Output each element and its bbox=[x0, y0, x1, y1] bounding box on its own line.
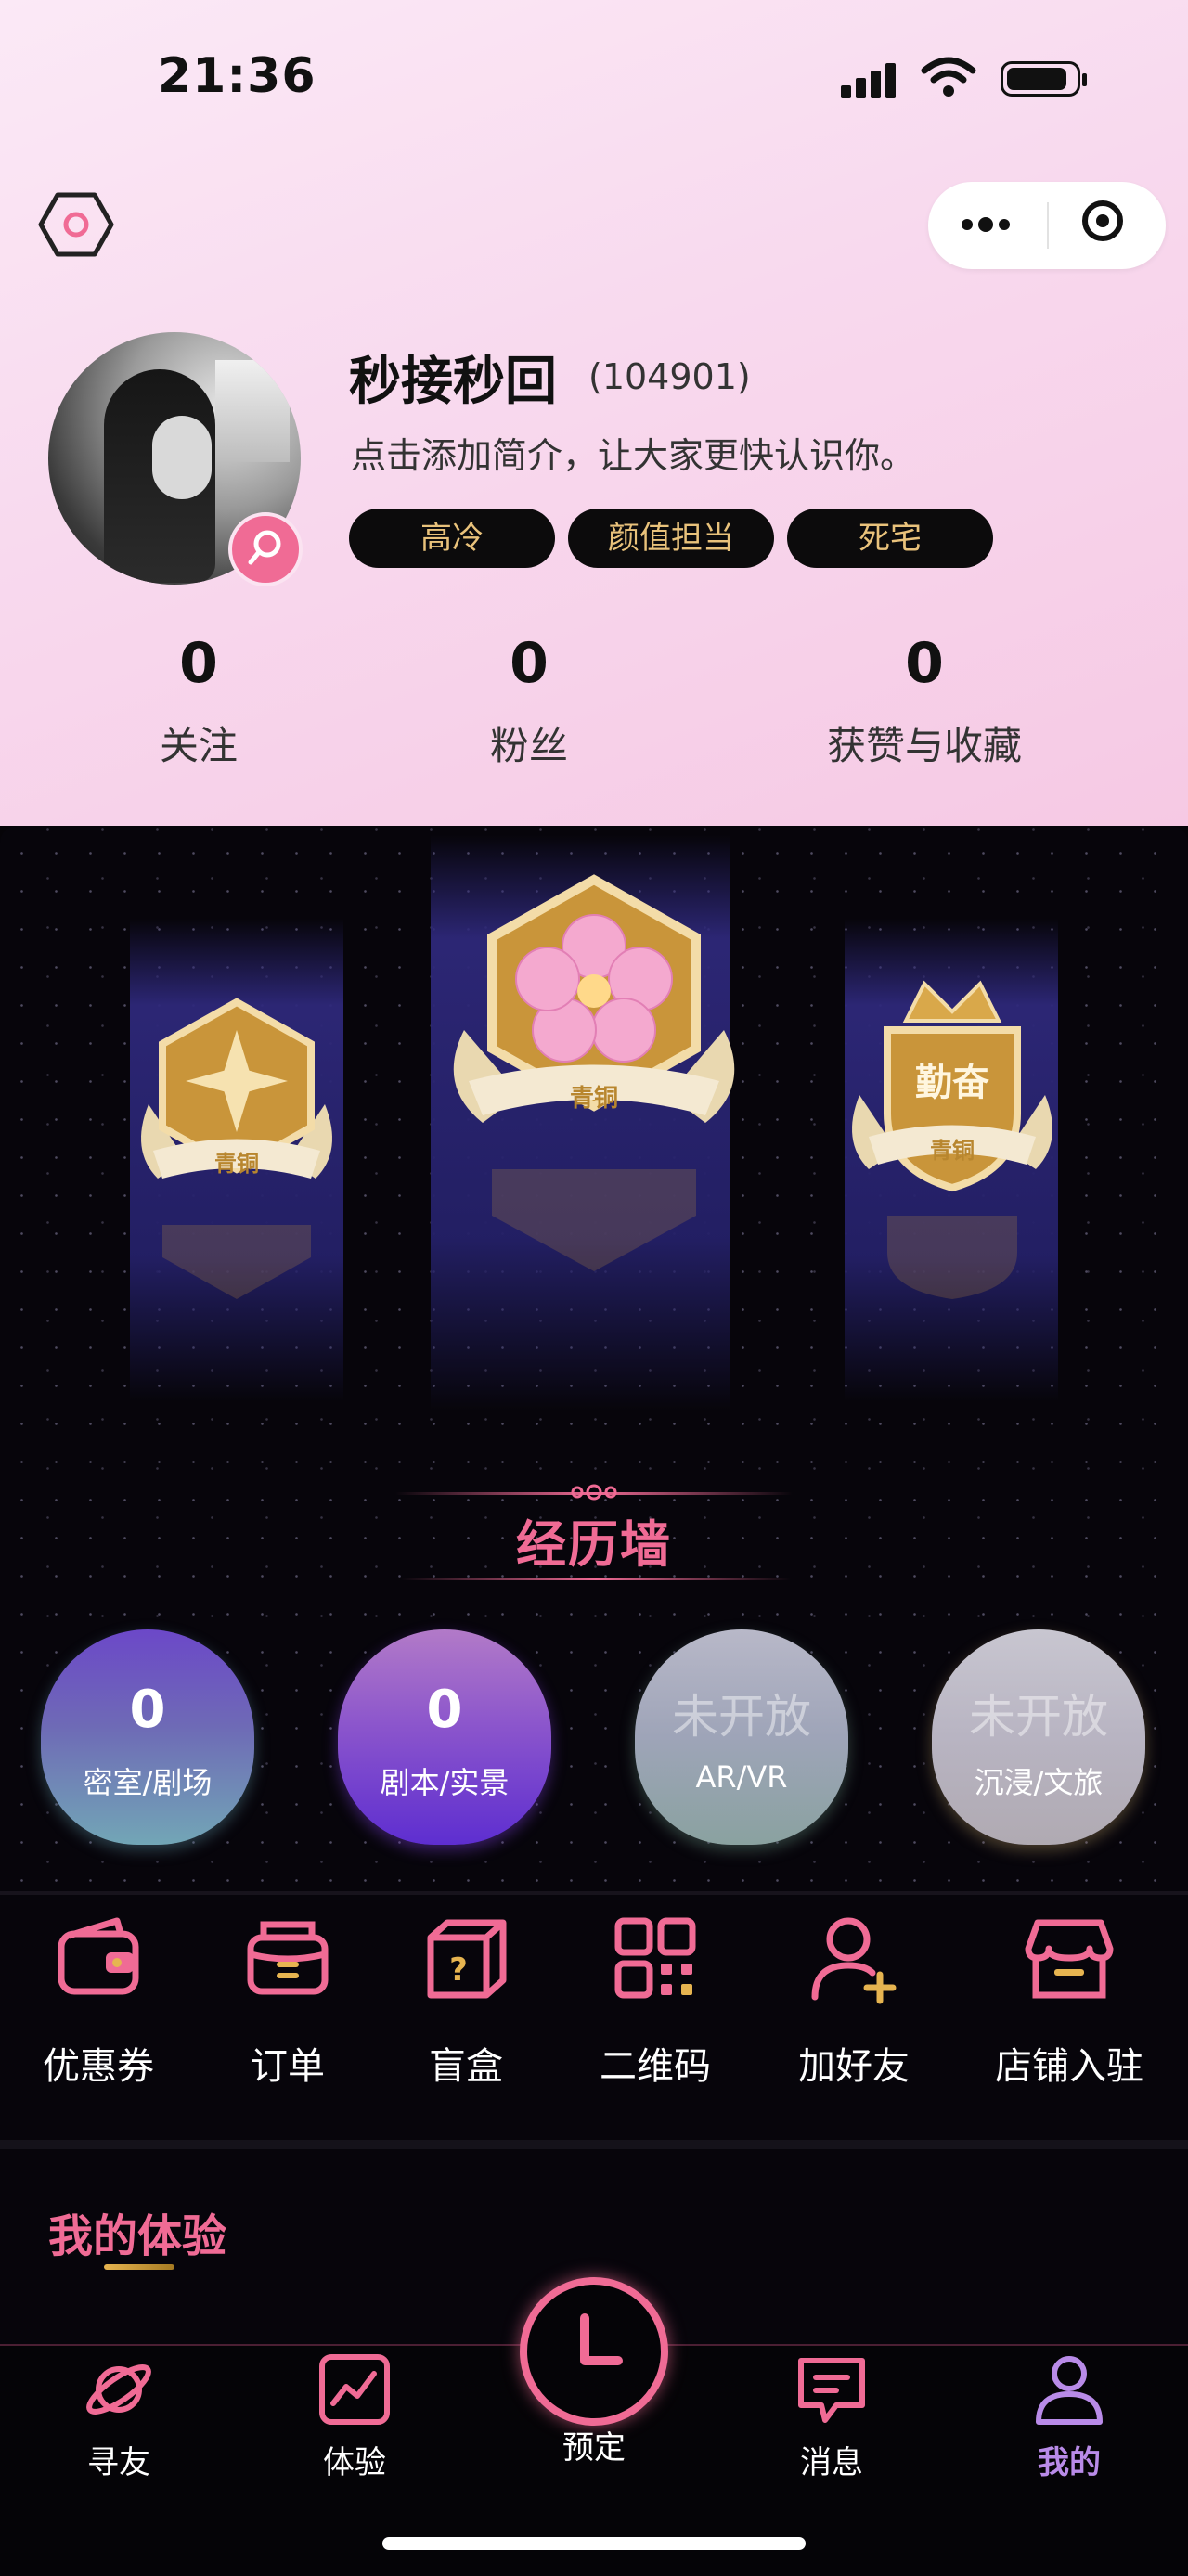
clock-icon bbox=[580, 2313, 623, 2365]
medal-caption: 青铜 bbox=[570, 1085, 618, 1113]
bubble-label: 剧本/实景 bbox=[380, 1765, 510, 1800]
username: 秒接秒回 bbox=[349, 352, 557, 412]
wifi-icon bbox=[921, 57, 976, 97]
followers-count[interactable]: 0 bbox=[436, 631, 622, 696]
status-time: 21:36 bbox=[158, 48, 316, 104]
menu-add-friend[interactable]: 加好友 bbox=[761, 1912, 947, 2090]
menu-label: 店铺入驻 bbox=[995, 2045, 1143, 2088]
menu-store[interactable]: 店铺入驻 bbox=[976, 1912, 1162, 2090]
followers-label[interactable]: 粉丝 bbox=[390, 715, 668, 771]
user-id: (104901) bbox=[588, 356, 751, 397]
wall-ornament-icon bbox=[571, 1484, 617, 1501]
profile-tag[interactable]: 死宅 bbox=[787, 509, 993, 568]
user-icon bbox=[1036, 2356, 1103, 2425]
qrcode-icon bbox=[614, 1917, 696, 1999]
following-label[interactable]: 关注 bbox=[59, 715, 338, 771]
bubble-value: 0 bbox=[426, 1680, 463, 1740]
store-icon bbox=[1025, 1919, 1114, 1999]
immersive-bubble[interactable]: 未开放 沉浸/文旅 bbox=[932, 1629, 1145, 1845]
menu-order[interactable]: 订单 bbox=[195, 1912, 381, 2090]
tab-label: 体验 bbox=[323, 2444, 386, 2481]
tab-label: 我的 bbox=[1038, 2444, 1101, 2481]
bubble-label: 密室/剧场 bbox=[83, 1765, 213, 1800]
experience-wall-title: 经历墙 bbox=[516, 1515, 672, 1574]
tab-label: 消息 bbox=[800, 2444, 863, 2481]
tab-label: 预定 bbox=[562, 2429, 626, 2467]
escape-room-bubble[interactable]: 0 密室/剧场 bbox=[41, 1629, 254, 1845]
add-friend-icon bbox=[811, 1917, 897, 2004]
battery-icon bbox=[1001, 61, 1087, 97]
divider bbox=[0, 1891, 1188, 1895]
menu-qrcode[interactable]: 二维码 bbox=[562, 1912, 748, 2090]
bubble-value: 0 bbox=[129, 1680, 166, 1740]
menu-label: 二维码 bbox=[600, 2045, 711, 2088]
tab-label: 寻友 bbox=[87, 2444, 150, 2481]
flower-medal[interactable]: 青铜 bbox=[427, 872, 761, 1281]
wallet-icon bbox=[58, 1917, 139, 1995]
svg-text:?: ? bbox=[449, 1951, 468, 1989]
profile-tag[interactable]: 高冷 bbox=[349, 509, 555, 568]
chart-icon bbox=[319, 2354, 390, 2425]
booking-center-button[interactable] bbox=[520, 2277, 668, 2426]
tab-experience[interactable]: 体验 bbox=[280, 2351, 429, 2482]
more-icon[interactable] bbox=[962, 216, 1015, 234]
order-icon bbox=[247, 1921, 329, 1995]
tab-find-friends[interactable]: 寻友 bbox=[45, 2351, 193, 2482]
menu-coupon[interactable]: 优惠券 bbox=[6, 1912, 191, 2090]
menu-blind-box[interactable]: ? 盲盒 bbox=[373, 1912, 559, 2090]
search-badge-icon[interactable] bbox=[228, 512, 303, 586]
profile-tag[interactable]: 颜值担当 bbox=[568, 509, 774, 568]
medal-title: 勤奋 bbox=[915, 1062, 989, 1104]
star-medal[interactable]: 青铜 bbox=[121, 993, 353, 1308]
bubble-value: 未开放 bbox=[672, 1690, 811, 1744]
message-icon bbox=[798, 2358, 865, 2423]
following-count[interactable]: 0 bbox=[106, 631, 291, 696]
bio-text[interactable]: 点击添加简介，让大家更快认识你。 bbox=[351, 427, 915, 478]
likes-count[interactable]: 0 bbox=[832, 631, 1017, 696]
planet-icon bbox=[86, 2364, 151, 2415]
menu-label: 优惠券 bbox=[43, 2045, 154, 2088]
wall-ornament-bottom bbox=[401, 1578, 791, 1580]
my-experience-title: 我的体验 bbox=[48, 2210, 227, 2262]
close-target-icon[interactable] bbox=[1082, 200, 1123, 241]
crown-medal[interactable]: 勤奋 青铜 bbox=[832, 956, 1073, 1308]
tab-messages[interactable]: 消息 bbox=[757, 2351, 906, 2482]
bubble-label: AR/VR bbox=[695, 1759, 788, 1795]
bubble-value: 未开放 bbox=[969, 1690, 1108, 1744]
section-underline bbox=[104, 2264, 174, 2270]
ar-vr-bubble[interactable]: 未开放 AR/VR bbox=[635, 1629, 848, 1845]
blind-box-icon: ? bbox=[427, 1919, 507, 1999]
medal-caption: 青铜 bbox=[214, 1151, 259, 1177]
divider bbox=[0, 2140, 1188, 2149]
script-bubble[interactable]: 0 剧本/实景 bbox=[338, 1629, 551, 1845]
menu-label: 盲盒 bbox=[429, 2045, 503, 2088]
settings-hex-icon[interactable] bbox=[37, 191, 115, 258]
bubble-label: 沉浸/文旅 bbox=[974, 1765, 1104, 1800]
medal-caption: 青铜 bbox=[930, 1138, 975, 1164]
mini-program-capsule bbox=[928, 182, 1166, 269]
capsule-divider bbox=[1047, 202, 1049, 249]
tab-booking[interactable]: 预定 bbox=[520, 2422, 668, 2467]
menu-label: 加好友 bbox=[798, 2045, 910, 2088]
signal-icon bbox=[841, 63, 900, 98]
tab-mine[interactable]: 我的 bbox=[995, 2351, 1143, 2482]
likes-label[interactable]: 获赞与收藏 bbox=[785, 715, 1064, 771]
home-indicator bbox=[382, 2537, 806, 2550]
menu-label: 订单 bbox=[251, 2045, 325, 2088]
